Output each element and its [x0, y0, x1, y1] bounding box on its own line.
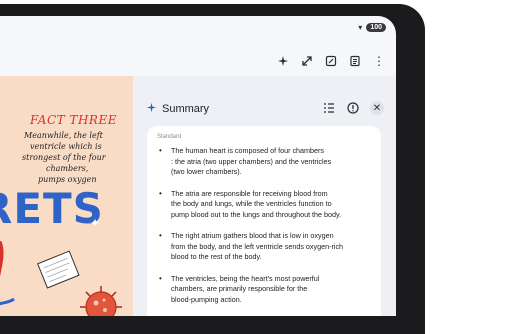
note-big-word: RETS: [0, 184, 104, 233]
summary-bullet-list: The human heart is composed of four cham…: [157, 146, 375, 316]
edit-icon[interactable]: [324, 54, 338, 68]
status-bar: ▾ 100: [358, 23, 386, 32]
tablet-screen: ▾ 100 ⋮ FACT THREE Meanwhile, the left v…: [0, 16, 396, 316]
red-brush-stroke-icon: [0, 241, 15, 306]
summary-header: Summary: [146, 102, 209, 116]
format-list-icon[interactable]: [322, 101, 336, 115]
summary-style-label: Standard: [157, 134, 182, 140]
summary-bullet-text: The right atrium gathers blood that is l…: [171, 231, 344, 261]
battery-indicator: 100: [366, 23, 386, 32]
summary-card: Standard The human heart is composed of …: [147, 126, 381, 316]
notes-icon[interactable]: [348, 54, 362, 68]
summary-actions: ✕: [322, 101, 384, 115]
summary-bullet: The human heart is composed of four cham…: [157, 146, 375, 178]
summary-panel: Summary ✕ Standard The human heart is co…: [133, 76, 396, 316]
close-icon[interactable]: ✕: [370, 101, 384, 115]
note-fact-title: FACT THREE: [30, 113, 117, 127]
info-icon[interactable]: [346, 101, 360, 115]
summary-bullet: The atria are responsible for receiving …: [157, 189, 375, 221]
sparkle-icon: ✦: [0, 162, 1, 182]
summary-bullet-text: The atria are responsible for receiving …: [171, 188, 342, 219]
note-line: ventricle which is: [30, 142, 102, 151]
note-line: pumps oxygen: [38, 175, 97, 184]
sparkle-icon: ✦: [90, 216, 101, 230]
note-line: Meanwhile, the left: [24, 131, 103, 140]
more-vert-icon[interactable]: ⋮: [372, 54, 386, 68]
note-canvas[interactable]: FACT THREE Meanwhile, the left ventricle…: [0, 76, 133, 316]
summary-title: Summary: [162, 103, 210, 115]
tablet-frame: ▾ 100 ⋮ FACT THREE Meanwhile, the left v…: [0, 4, 425, 334]
expand-icon[interactable]: [300, 54, 314, 68]
virus-sketch-icon: [80, 286, 122, 316]
summary-bullet-text: The human heart is composed of four cham…: [171, 146, 332, 176]
summary-bullet: The ventricles, being the heart's most p…: [157, 274, 375, 306]
ai-sparkle-icon[interactable]: [276, 54, 290, 68]
note-line: strongest of the four: [22, 153, 106, 162]
signal-wifi-icon: ▾: [358, 23, 363, 32]
summary-bullet-text: The ventricles, being the heart's most p…: [171, 273, 320, 304]
top-toolbar: ⋮: [276, 54, 386, 68]
ai-sparkle-icon: [146, 102, 157, 116]
note-line: chambers,: [46, 164, 89, 173]
summary-bullet: The right atrium gathers blood that is l…: [157, 231, 375, 263]
